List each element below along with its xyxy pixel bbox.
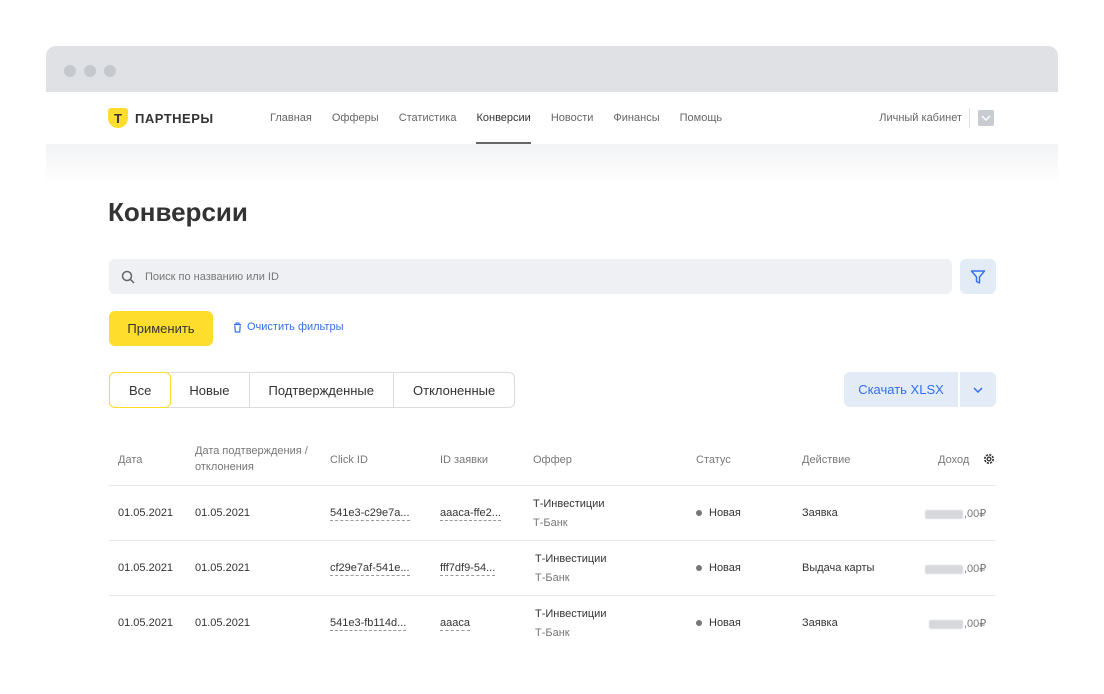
tab-confirmed[interactable]: Подтвержденные xyxy=(250,373,395,407)
status-dot-icon xyxy=(696,565,702,572)
filter-icon xyxy=(970,269,986,284)
cell-action: Заявка xyxy=(802,617,838,629)
download-xlsx-button[interactable]: Скачать XLSX xyxy=(844,372,958,407)
gear-icon[interactable] xyxy=(982,452,996,466)
hidden-amount xyxy=(929,619,963,629)
cell-offer: Т-Инвестиции xyxy=(533,498,605,510)
status-dot-icon xyxy=(696,510,702,517)
site-header: Т ПАРТНЕРЫ Главная Офферы Статистика Кон… xyxy=(46,92,1058,144)
window-maximize-dot[interactable] xyxy=(104,65,116,77)
filter-button[interactable] xyxy=(960,259,996,294)
nav-item-finance[interactable]: Финансы xyxy=(613,92,659,144)
cell-offer: Т-Инвестиции xyxy=(535,608,607,620)
cell-status: Новая xyxy=(696,617,741,629)
cell-request-id[interactable]: aaaca-ffe2... xyxy=(440,507,501,521)
header-income[interactable]: Доход xyxy=(938,452,969,468)
cell-date: 01.05.2021 xyxy=(118,617,174,629)
cell-confirm-date: 01.05.2021 xyxy=(195,617,251,629)
cell-confirm-date: 01.05.2021 xyxy=(195,562,251,574)
cell-offer-sub: Т-Банк xyxy=(533,517,568,529)
window-titlebar xyxy=(46,46,1058,92)
tab-new[interactable]: Новые xyxy=(170,373,250,407)
cell-action: Заявка xyxy=(802,507,838,519)
table-row[interactable]: 01.05.2021 01.05.2021 541e3-c29e7a... aa… xyxy=(109,486,996,541)
cell-request-id[interactable]: aaaca xyxy=(440,617,470,631)
header-confirm-date-line2: отклонения xyxy=(195,461,254,473)
header-date[interactable]: Дата xyxy=(118,452,142,468)
window-close-dot[interactable] xyxy=(64,65,76,77)
status-label: Новая xyxy=(709,562,741,574)
income-suffix: ,00₽ xyxy=(964,508,987,520)
cell-date: 01.05.2021 xyxy=(118,507,174,519)
status-label: Новая xyxy=(709,507,741,519)
clear-filters-link[interactable]: Очистить фильтры xyxy=(233,321,344,333)
cell-confirm-date: 01.05.2021 xyxy=(195,507,251,519)
tab-all[interactable]: Все xyxy=(109,372,172,408)
page-title: Конверсии xyxy=(108,197,248,227)
header-click-id[interactable]: Click ID xyxy=(330,452,368,468)
clear-filters-label: Очистить фильтры xyxy=(247,321,344,333)
tab-rejected[interactable]: Отклоненные xyxy=(394,373,514,407)
header-status[interactable]: Статус xyxy=(696,452,731,468)
nav-item-main[interactable]: Главная xyxy=(270,92,312,144)
hidden-amount xyxy=(925,564,963,574)
window-minimize-dot[interactable] xyxy=(84,65,96,77)
cell-offer-sub: Т-Банк xyxy=(535,627,570,639)
cell-click-id[interactable]: 541e3-fb114d... xyxy=(330,617,407,631)
nav-item-offers[interactable]: Офферы xyxy=(332,92,379,144)
header-action[interactable]: Действие xyxy=(802,452,850,468)
brand-logo[interactable]: Т ПАРТНЕРЫ xyxy=(108,108,214,128)
cell-action: Выдача карты xyxy=(802,562,875,574)
nav-item-help[interactable]: Помощь xyxy=(680,92,723,144)
status-label: Новая xyxy=(709,617,741,629)
table-row[interactable]: 01.05.2021 01.05.2021 541e3-fb114d... aa… xyxy=(109,596,996,650)
header-request-id[interactable]: ID заявки xyxy=(440,452,488,468)
nav-item-statistics[interactable]: Статистика xyxy=(399,92,457,144)
income-suffix: ,00₽ xyxy=(964,563,987,575)
account-link[interactable]: Личный кабинет xyxy=(879,92,962,144)
cell-offer: Т-Инвестиции xyxy=(535,553,607,565)
cell-offer-sub: Т-Банк xyxy=(535,572,570,584)
status-tabs: Все Новые Подтвержденные Отклоненные xyxy=(109,372,516,408)
search-bar xyxy=(109,259,952,294)
cell-income: ,00₽ xyxy=(925,562,986,575)
chevron-down-icon xyxy=(981,115,991,121)
cell-status: Новая xyxy=(696,507,741,519)
search-icon xyxy=(121,270,135,284)
header-confirm-date[interactable]: Дата подтверждения / отклонения xyxy=(195,443,308,475)
header-offer[interactable]: Оффер xyxy=(533,452,572,468)
brand-name: ПАРТНЕРЫ xyxy=(135,110,214,126)
cell-click-id[interactable]: cf29e7af-541e... xyxy=(330,562,410,576)
export-dropdown-button[interactable] xyxy=(960,372,996,407)
cell-status: Новая xyxy=(696,562,741,574)
conversions-table: Дата Дата подтверждения / отклонения Cli… xyxy=(109,434,996,650)
main-nav: Главная Офферы Статистика Конверсии Ново… xyxy=(270,92,742,144)
income-suffix: ,00₽ xyxy=(964,618,987,630)
table-header: Дата Дата подтверждения / отклонения Cli… xyxy=(109,434,996,486)
search-input[interactable] xyxy=(143,269,927,284)
shield-logo-icon: Т xyxy=(108,108,128,128)
cell-click-id[interactable]: 541e3-c29e7a... xyxy=(330,507,410,521)
table-row[interactable]: 01.05.2021 01.05.2021 cf29e7af-541e... f… xyxy=(109,541,996,596)
chevron-down-icon xyxy=(973,386,983,393)
trash-icon xyxy=(234,321,241,333)
header-divider xyxy=(969,108,970,128)
avatar[interactable] xyxy=(978,110,994,126)
nav-item-news[interactable]: Новости xyxy=(551,92,594,144)
cell-income: ,00₽ xyxy=(929,617,986,630)
header-confirm-date-line1: Дата подтверждения / xyxy=(195,445,308,457)
header-shadow xyxy=(46,144,1058,184)
cell-date: 01.05.2021 xyxy=(118,562,174,574)
apply-button[interactable]: Применить xyxy=(109,311,213,346)
status-dot-icon xyxy=(696,620,702,627)
nav-item-conversions[interactable]: Конверсии xyxy=(476,92,532,144)
hidden-amount xyxy=(925,509,963,519)
cell-income: ,00₽ xyxy=(925,507,986,520)
cell-request-id[interactable]: fff7df9-54... xyxy=(440,562,496,576)
